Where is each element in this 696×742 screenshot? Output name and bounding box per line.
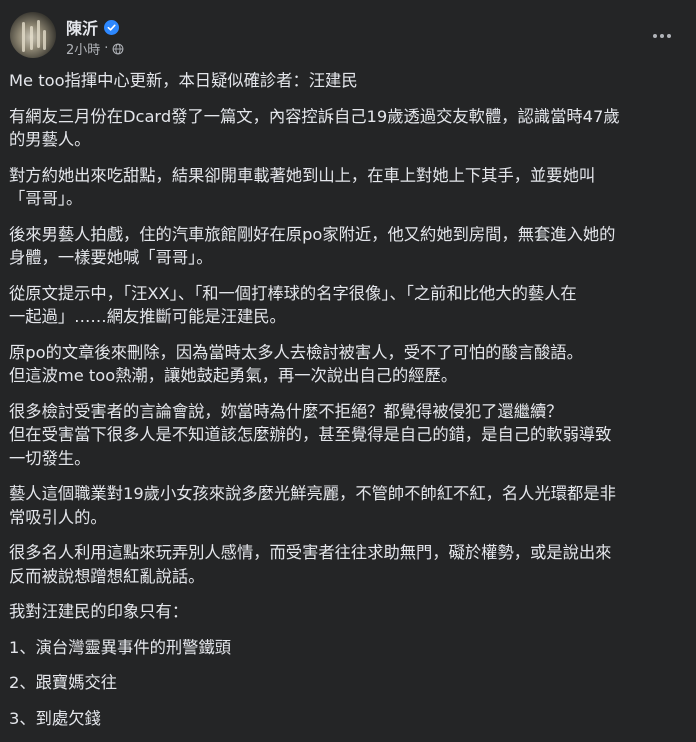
post-paragraph: 很多檢討受害者的言論會說，妳當時為什麼不拒絕？都覺得被侵犯了還繼續？ 但在受害當… xyxy=(9,401,612,468)
avatar[interactable] xyxy=(10,12,56,58)
post-paragraph: 原po的文章後來刪除，因為當時太多人去檢討被害人，受不了可怕的酸言酸語。 但這波… xyxy=(9,342,583,386)
post-paragraph: 很多名人利用這點來玩弄別人感情，而受害者往往求助無門，礙於權勢，或是說出來 反而… xyxy=(9,543,612,586)
post-paragraph: Me too指揮中心更新，本日疑似確診者：汪建民 xyxy=(9,71,358,90)
facebook-post: 陳沂 2小時 · Me too指揮中心更新，本日疑似確診者：汪建民 有網友三月份… xyxy=(0,0,696,728)
author-name[interactable]: 陳沂 xyxy=(66,15,98,39)
post-paragraph: 我對汪建民的印象只有： xyxy=(9,602,189,621)
post-paragraph: 後來男藝人拍戲，住的汽車旅館剛好在原po家附近，他又約她到房間，無套進入她的 身… xyxy=(9,224,616,268)
post-paragraph: 藝人這個職業對19歲小女孩來說多麼光鮮亮麗，不管帥不帥紅不紅，名人光環都是非 常… xyxy=(9,484,616,527)
post-paragraph: 對方約她出來吃甜點，結果卻開車載著她到山上，在車上對她上下其手，並要她叫 「哥哥… xyxy=(9,165,596,209)
post-timestamp[interactable]: 2小時 xyxy=(66,39,100,58)
post-paragraph: 有網友三月份在Dcard發了一篇文，內容控訴自己19歲透過交友軟體，認識當時47… xyxy=(9,106,620,150)
meta-separator: · xyxy=(104,41,109,56)
verified-badge-icon xyxy=(104,19,120,35)
post-list-item: 2、跟寶媽交往 xyxy=(9,673,118,692)
more-options-button[interactable] xyxy=(644,18,680,54)
globe-icon xyxy=(113,43,124,54)
post-paragraph: 從原文提示中，「汪XX」、「和一個打棒球的名字很像」、「之前和比他大的藝人在 一… xyxy=(9,283,577,327)
post-body: Me too指揮中心更新，本日疑似確診者：汪建民 有網友三月份在Dcard發了一… xyxy=(9,69,680,742)
post-list-item: 3、到處欠錢 xyxy=(9,708,101,728)
author-row: 陳沂 xyxy=(66,15,120,39)
more-options-icon xyxy=(653,34,657,38)
post-header: 陳沂 2小時 · xyxy=(10,12,680,62)
post-list-item: 1、演台灣靈異事件的刑警鐵頭 xyxy=(9,637,232,657)
post-meta: 2小時 · xyxy=(66,39,124,58)
